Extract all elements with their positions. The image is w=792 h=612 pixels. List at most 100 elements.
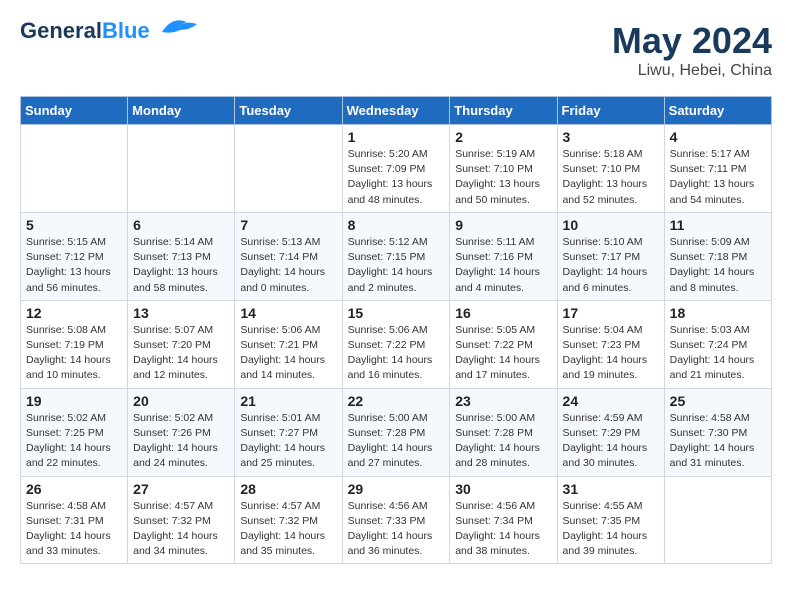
day-number: 29 [348,481,445,497]
day-number: 7 [240,217,336,233]
day-number: 2 [455,129,551,145]
day-info: Sunrise: 5:00 AMSunset: 7:28 PMDaylight:… [455,411,551,472]
calendar-cell: 27 Sunrise: 4:57 AMSunset: 7:32 PMDayligh… [128,476,235,564]
day-info: Sunrise: 5:01 AMSunset: 7:27 PMDaylight:… [240,411,336,472]
day-info: Sunrise: 5:18 AMSunset: 7:10 PMDaylight:… [563,147,659,208]
calendar-cell: 29 Sunrise: 4:56 AMSunset: 7:33 PMDayligh… [342,476,450,564]
calendar-cell: 24 Sunrise: 4:59 AMSunset: 7:29 PMDayligh… [557,388,664,476]
day-number: 15 [348,305,445,321]
day-info: Sunrise: 4:57 AMSunset: 7:32 PMDaylight:… [240,499,336,560]
calendar-title: May 2024 [612,20,772,62]
day-number: 24 [563,393,659,409]
calendar-cell: 17 Sunrise: 5:04 AMSunset: 7:23 PMDayligh… [557,300,664,388]
day-number: 13 [133,305,229,321]
calendar-week-row: 26 Sunrise: 4:58 AMSunset: 7:31 PMDayligh… [21,476,772,564]
calendar-cell: 20 Sunrise: 5:02 AMSunset: 7:26 PMDayligh… [128,388,235,476]
day-header-wednesday: Wednesday [342,97,450,125]
day-header-thursday: Thursday [450,97,557,125]
calendar-cell: 12 Sunrise: 5:08 AMSunset: 7:19 PMDayligh… [21,300,128,388]
calendar-cell: 19Sunrise: 5:02 AMSunset: 7:25 PMDayligh… [21,388,128,476]
calendar-week-row: 19Sunrise: 5:02 AMSunset: 7:25 PMDayligh… [21,388,772,476]
day-info: Sunrise: 5:06 AMSunset: 7:22 PMDaylight:… [348,323,445,384]
calendar-cell: 5 Sunrise: 5:15 AMSunset: 7:12 PMDaylight… [21,212,128,300]
calendar-cell: 1Sunrise: 5:20 AMSunset: 7:09 PMDaylight… [342,125,450,213]
day-header-sunday: Sunday [21,97,128,125]
day-info: Sunrise: 5:14 AMSunset: 7:13 PMDaylight:… [133,235,229,296]
calendar-cell [128,125,235,213]
day-info: Sunrise: 5:03 AMSunset: 7:24 PMDaylight:… [670,323,766,384]
calendar-cell: 4 Sunrise: 5:17 AMSunset: 7:11 PMDaylight… [664,125,771,213]
calendar-cell: 22 Sunrise: 5:00 AMSunset: 7:28 PMDayligh… [342,388,450,476]
day-info: Sunrise: 4:58 AMSunset: 7:31 PMDaylight:… [26,499,122,560]
day-number: 19 [26,393,122,409]
logo: GeneralBlue [20,20,202,42]
day-info: Sunrise: 5:15 AMSunset: 7:12 PMDaylight:… [26,235,122,296]
calendar-cell: 6Sunrise: 5:14 AMSunset: 7:13 PMDaylight… [128,212,235,300]
day-info: Sunrise: 5:11 AMSunset: 7:16 PMDaylight:… [455,235,551,296]
calendar-cell: 9Sunrise: 5:11 AMSunset: 7:16 PMDaylight… [450,212,557,300]
day-number: 27 [133,481,229,497]
calendar-header-row: SundayMondayTuesdayWednesdayThursdayFrid… [21,97,772,125]
calendar-cell [664,476,771,564]
day-info: Sunrise: 5:06 AMSunset: 7:21 PMDaylight:… [240,323,336,384]
day-number: 10 [563,217,659,233]
calendar-cell: 14 Sunrise: 5:06 AMSunset: 7:21 PMDayligh… [235,300,342,388]
calendar-cell: 10 Sunrise: 5:10 AMSunset: 7:17 PMDayligh… [557,212,664,300]
calendar-cell: 16 Sunrise: 5:05 AMSunset: 7:22 PMDayligh… [450,300,557,388]
day-number: 11 [670,217,766,233]
calendar-table: SundayMondayTuesdayWednesdayThursdayFrid… [20,96,772,564]
day-header-monday: Monday [128,97,235,125]
day-info: Sunrise: 5:17 AMSunset: 7:11 PMDaylight:… [670,147,766,208]
day-number: 21 [240,393,336,409]
day-number: 18 [670,305,766,321]
calendar-cell: 18 Sunrise: 5:03 AMSunset: 7:24 PMDayligh… [664,300,771,388]
calendar-cell: 30Sunrise: 4:56 AMSunset: 7:34 PMDayligh… [450,476,557,564]
day-number: 23 [455,393,551,409]
calendar-subtitle: Liwu, Hebei, China [612,62,772,80]
calendar-cell: 28 Sunrise: 4:57 AMSunset: 7:32 PMDayligh… [235,476,342,564]
day-number: 17 [563,305,659,321]
day-number: 8 [348,217,445,233]
calendar-cell: 23 Sunrise: 5:00 AMSunset: 7:28 PMDayligh… [450,388,557,476]
page-header: GeneralBlue May 2024 Liwu, Hebei, China [20,20,772,80]
day-info: Sunrise: 4:57 AMSunset: 7:32 PMDaylight:… [133,499,229,560]
calendar-cell: 31 Sunrise: 4:55 AMSunset: 7:35 PMDayligh… [557,476,664,564]
day-info: Sunrise: 5:05 AMSunset: 7:22 PMDaylight:… [455,323,551,384]
logo-bird-icon [152,14,202,39]
calendar-cell: 15 Sunrise: 5:06 AMSunset: 7:22 PMDayligh… [342,300,450,388]
day-info: Sunrise: 5:08 AMSunset: 7:19 PMDaylight:… [26,323,122,384]
day-number: 12 [26,305,122,321]
day-number: 14 [240,305,336,321]
day-info: Sunrise: 5:00 AMSunset: 7:28 PMDaylight:… [348,411,445,472]
day-info: Sunrise: 4:56 AMSunset: 7:33 PMDaylight:… [348,499,445,560]
logo-text: GeneralBlue [20,20,150,42]
day-info: Sunrise: 5:10 AMSunset: 7:17 PMDaylight:… [563,235,659,296]
day-header-saturday: Saturday [664,97,771,125]
calendar-week-row: 12 Sunrise: 5:08 AMSunset: 7:19 PMDayligh… [21,300,772,388]
day-info: Sunrise: 5:04 AMSunset: 7:23 PMDaylight:… [563,323,659,384]
title-block: May 2024 Liwu, Hebei, China [612,20,772,80]
day-info: Sunrise: 5:07 AMSunset: 7:20 PMDaylight:… [133,323,229,384]
day-number: 20 [133,393,229,409]
day-number: 5 [26,217,122,233]
day-info: Sunrise: 5:12 AMSunset: 7:15 PMDaylight:… [348,235,445,296]
day-number: 30 [455,481,551,497]
day-number: 28 [240,481,336,497]
day-number: 26 [26,481,122,497]
calendar-cell [235,125,342,213]
day-number: 16 [455,305,551,321]
day-number: 25 [670,393,766,409]
day-info: Sunrise: 5:02 AMSunset: 7:26 PMDaylight:… [133,411,229,472]
day-number: 22 [348,393,445,409]
day-number: 3 [563,129,659,145]
day-info: Sunrise: 4:55 AMSunset: 7:35 PMDaylight:… [563,499,659,560]
day-number: 4 [670,129,766,145]
day-header-friday: Friday [557,97,664,125]
calendar-week-row: 1Sunrise: 5:20 AMSunset: 7:09 PMDaylight… [21,125,772,213]
day-info: Sunrise: 5:20 AMSunset: 7:09 PMDaylight:… [348,147,445,208]
calendar-cell: 11Sunrise: 5:09 AMSunset: 7:18 PMDayligh… [664,212,771,300]
day-info: Sunrise: 5:13 AMSunset: 7:14 PMDaylight:… [240,235,336,296]
day-number: 31 [563,481,659,497]
calendar-week-row: 5 Sunrise: 5:15 AMSunset: 7:12 PMDaylight… [21,212,772,300]
day-info: Sunrise: 4:59 AMSunset: 7:29 PMDaylight:… [563,411,659,472]
